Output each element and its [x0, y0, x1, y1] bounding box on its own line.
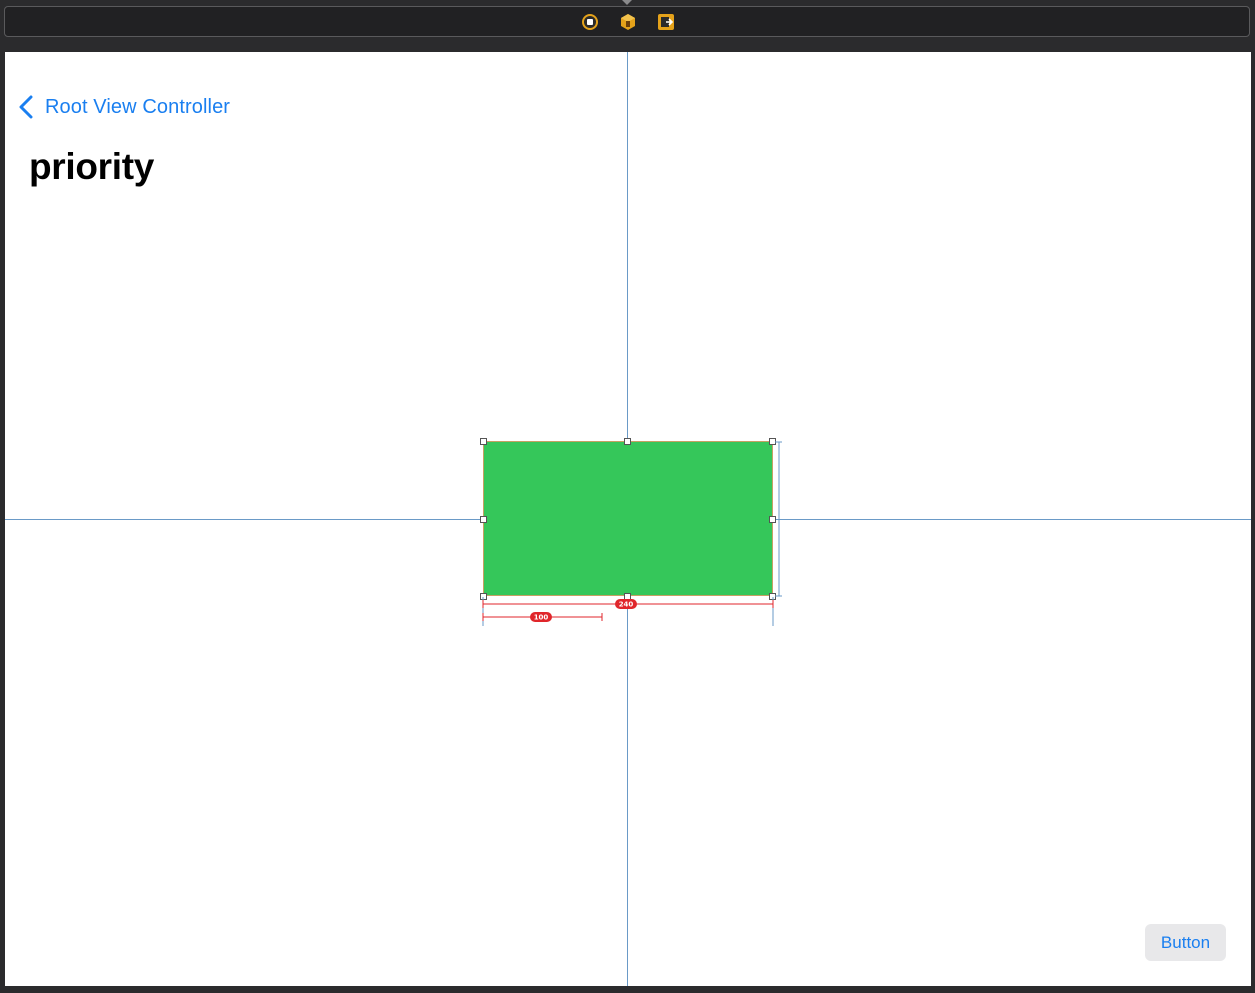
view-controller-icon[interactable] — [581, 13, 599, 31]
resize-handle-right[interactable] — [769, 516, 776, 523]
chevron-left-icon — [19, 95, 33, 119]
scene-dock — [4, 6, 1250, 37]
back-button-label: Root View Controller — [45, 95, 231, 118]
storyboard-canvas[interactable]: Root View Controller priority 240 100 Bu… — [5, 52, 1251, 986]
back-button[interactable]: Root View Controller — [19, 92, 230, 122]
resize-handle-top-left[interactable] — [480, 438, 487, 445]
resize-handle-bottom[interactable] — [624, 593, 631, 600]
green-view[interactable] — [483, 441, 773, 596]
resize-handle-left[interactable] — [480, 516, 487, 523]
secondary-width-constraint-badge: 100 — [534, 614, 549, 622]
action-button[interactable]: Button — [1145, 924, 1226, 961]
width-constraint-240[interactable]: 240 — [482, 599, 774, 609]
first-responder-icon[interactable] — [619, 13, 637, 31]
exit-icon[interactable] — [657, 13, 675, 31]
resize-handle-bottom-right[interactable] — [769, 593, 776, 600]
resize-handle-top[interactable] — [624, 438, 631, 445]
storyboard-window: Root View Controller priority 240 100 Bu… — [0, 0, 1255, 993]
resize-handle-bottom-left[interactable] — [480, 593, 487, 600]
page-title: priority — [29, 146, 155, 187]
resize-handle-top-right[interactable] — [769, 438, 776, 445]
width-constraint-100[interactable]: 100 — [482, 612, 603, 622]
